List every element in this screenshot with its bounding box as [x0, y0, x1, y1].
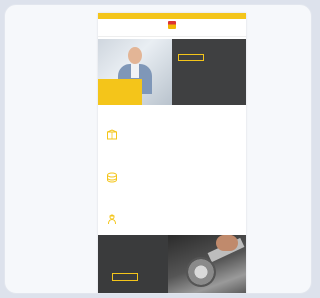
- brand-logo-icon[interactable]: [168, 20, 176, 29]
- feature-block-2: [98, 163, 246, 199]
- bottom-cta-section: [98, 235, 246, 293]
- logo-row: [98, 19, 246, 30]
- hero-yellow-box: [98, 79, 142, 105]
- person-shirt-shape: [131, 64, 139, 78]
- coins-icon: [106, 171, 118, 183]
- hero-button[interactable]: [178, 54, 204, 61]
- hero-section: [98, 39, 246, 105]
- feature-block-1: [98, 121, 246, 157]
- preview-frame: [4, 4, 312, 294]
- bottom-button[interactable]: [112, 273, 138, 281]
- website-page-preview[interactable]: [98, 13, 246, 293]
- hero-text-panel: [172, 39, 246, 105]
- main-navigation: [98, 30, 246, 37]
- worker-icon: [106, 213, 118, 225]
- box-icon: [106, 129, 118, 141]
- hand-shape: [216, 235, 238, 251]
- saw-blade-shape: [186, 257, 216, 287]
- tool-photo: [168, 235, 246, 293]
- person-head-shape: [128, 47, 142, 64]
